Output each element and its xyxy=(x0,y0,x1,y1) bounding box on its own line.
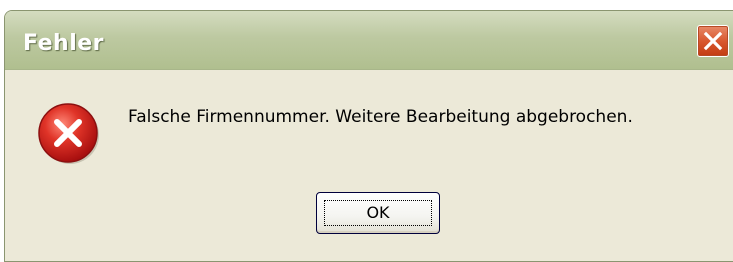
error-dialog: Fehler Falsche Firmennummer. Weitere Bea… xyxy=(4,10,733,262)
ok-button-label: OK xyxy=(366,203,390,222)
error-message: Falsche Firmennummer. Weitere Bearbeitun… xyxy=(128,107,633,127)
error-icon xyxy=(38,103,99,164)
ok-button[interactable]: OK xyxy=(316,192,440,234)
title-bar[interactable]: Fehler xyxy=(5,11,733,70)
close-button[interactable] xyxy=(697,25,729,57)
close-icon xyxy=(703,31,723,51)
dialog-title: Fehler xyxy=(23,31,105,56)
